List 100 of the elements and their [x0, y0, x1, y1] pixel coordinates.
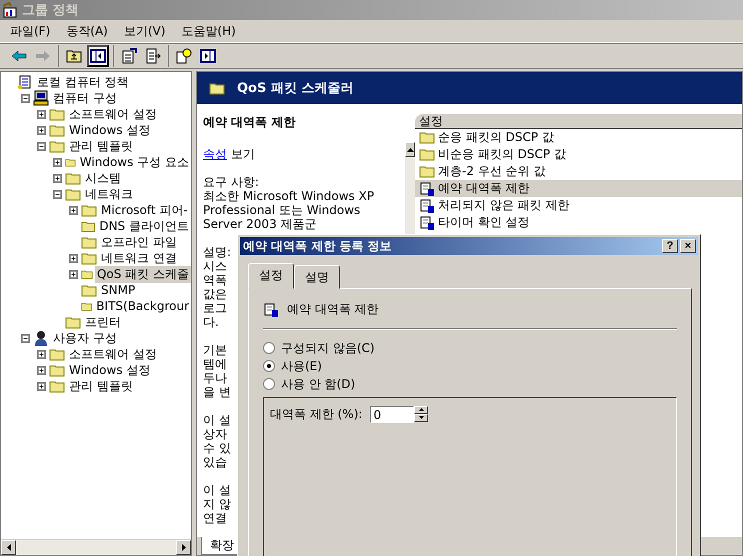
setting-label: 비순응 패킷의 DSCP 값	[438, 146, 566, 163]
tree-item[interactable]: 사용자 구성	[51, 330, 119, 346]
plus-icon[interactable]	[69, 206, 78, 214]
list-row[interactable]: 예약 대역폭 제한	[415, 180, 742, 197]
down-arrow-icon	[418, 416, 424, 418]
tree-item[interactable]: 소프트웨어 설정	[67, 346, 159, 362]
description-text: 이 설	[203, 413, 231, 427]
plus-icon[interactable]	[53, 158, 62, 166]
tree-item[interactable]: 네트워크 연결	[99, 250, 179, 266]
setting-label: 계층-2 우선 순위 값	[438, 163, 546, 180]
description-text: 로그	[203, 301, 227, 315]
plus-icon[interactable]	[37, 366, 46, 374]
folder-icon	[209, 82, 225, 94]
computer-icon	[33, 90, 49, 106]
tree-item[interactable]: 관리 템플릿	[67, 138, 135, 154]
folder-icon	[81, 204, 97, 216]
tree-item[interactable]: Windows 설정	[67, 122, 152, 138]
radio-button[interactable]	[263, 360, 275, 372]
link-suffix: 보기	[230, 147, 255, 161]
tree-item[interactable]: 컴퓨터 구성	[51, 90, 119, 106]
toolbar-button[interactable]	[87, 45, 109, 67]
list-row[interactable]: 비순응 패킷의 DSCP 값	[415, 146, 742, 163]
setting-icon	[419, 180, 435, 196]
description-text: 연결	[203, 511, 227, 525]
back-arrow-icon	[11, 50, 27, 62]
plus-icon[interactable]	[37, 382, 46, 390]
requirement-text: 최소한 Microsoft Windows XP	[203, 189, 374, 203]
plus-icon[interactable]	[37, 110, 46, 118]
description-text: 설명:	[203, 245, 232, 259]
folder-icon	[65, 188, 81, 200]
tree-item[interactable]: 관리 템플릿	[67, 378, 135, 394]
plus-icon[interactable]	[37, 126, 46, 134]
header-title: QoS 패킷 스케줄러	[237, 80, 354, 97]
help-button[interactable]: ?	[662, 239, 678, 253]
tree-item[interactable]: 프린터	[83, 314, 123, 330]
tree-item[interactable]: 오프라인 파일	[99, 234, 179, 250]
properties-link[interactable]: 속성	[203, 147, 227, 161]
export-list-icon	[145, 48, 161, 64]
tree-item[interactable]: 로컬 컴퓨터 정책	[35, 74, 131, 90]
folder-icon	[81, 220, 96, 232]
list-row[interactable]: 계층-2 우선 순위 값	[415, 163, 742, 180]
minus-icon[interactable]	[21, 94, 30, 102]
plus-icon[interactable]	[69, 254, 78, 262]
radio-button[interactable]	[263, 378, 275, 390]
folder-icon	[65, 316, 81, 328]
description-text: 있습	[203, 455, 227, 469]
plus-icon[interactable]	[53, 174, 62, 182]
setting-label: 예약 대역폭 제한	[438, 180, 530, 197]
column-header[interactable]: 설정	[415, 114, 742, 129]
folder-icon	[49, 140, 65, 152]
horizontal-scrollbar[interactable]	[1, 539, 191, 555]
description-text: 시스	[203, 259, 227, 273]
close-button[interactable]: ×	[680, 239, 696, 253]
field-label: 대역폭 제한 (%):	[270, 406, 362, 423]
tree-item[interactable]: 네트워크	[83, 186, 135, 202]
description-text: 값은	[203, 287, 227, 301]
description-text: 역폭	[203, 273, 227, 287]
menu-item[interactable]: 동작(A)	[60, 20, 114, 42]
menu-item[interactable]: 파일(F)	[4, 20, 56, 42]
list-row[interactable]: 처리되지 않은 패킷 제한	[415, 197, 742, 214]
radio-label[interactable]: 사용 안 함(D)	[281, 376, 356, 392]
plus-icon[interactable]	[37, 350, 46, 358]
tree-item[interactable]: QoS 패킷 스케줄	[94, 266, 191, 282]
folder-icon	[49, 124, 65, 136]
dialog-tab[interactable]: 설명	[294, 265, 340, 289]
folder-up-icon	[66, 49, 82, 63]
radio-label[interactable]: 사용(E)	[281, 358, 322, 374]
tree-item[interactable]: Windows 설정	[67, 362, 152, 378]
plus-icon[interactable]	[69, 270, 78, 278]
spin-field[interactable]: 0	[370, 406, 414, 423]
folder-icon	[419, 165, 435, 178]
tree-item[interactable]: 소프트웨어 설정	[67, 106, 159, 122]
tree-item[interactable]: BITS(Backgrour	[94, 299, 191, 313]
setting-icon	[419, 214, 435, 230]
tree-item[interactable]: Microsoft 피어-	[99, 202, 190, 218]
tree-item[interactable]: DNS 클라이언트	[97, 218, 191, 234]
menu-item[interactable]: 도움말(H)	[175, 20, 242, 42]
minus-icon[interactable]	[37, 142, 46, 150]
minus-icon[interactable]	[53, 190, 62, 198]
properties-icon	[121, 48, 137, 64]
setting-label: 처리되지 않은 패킷 제한	[438, 197, 570, 214]
tree-item[interactable]: Windows 구성 요소	[78, 154, 191, 170]
scroll-icon	[17, 74, 33, 90]
console-pane-icon	[200, 49, 216, 63]
minus-icon[interactable]	[21, 334, 30, 342]
list-row[interactable]: 타이머 확인 설정	[415, 214, 742, 231]
folder-icon	[81, 236, 97, 248]
help-icon	[176, 48, 192, 64]
dialog-title: 예약 대역폭 제한 등록 정보	[243, 238, 392, 254]
folder-icon	[419, 131, 435, 144]
menu-item[interactable]: 보기(V)	[118, 20, 172, 42]
tree-item[interactable]: 시스템	[83, 170, 123, 186]
list-row[interactable]: 순응 패킷의 DSCP 값	[415, 129, 742, 146]
left-arrow-icon	[6, 544, 10, 551]
tree-item[interactable]: SNMP	[99, 283, 138, 297]
dialog-tab[interactable]: 설정	[248, 263, 294, 289]
radio-label[interactable]: 구성되지 않음(C)	[281, 340, 375, 356]
panel-toggle-icon	[90, 49, 106, 63]
radio-button[interactable]	[263, 342, 275, 354]
description-text: 상자	[203, 427, 227, 441]
